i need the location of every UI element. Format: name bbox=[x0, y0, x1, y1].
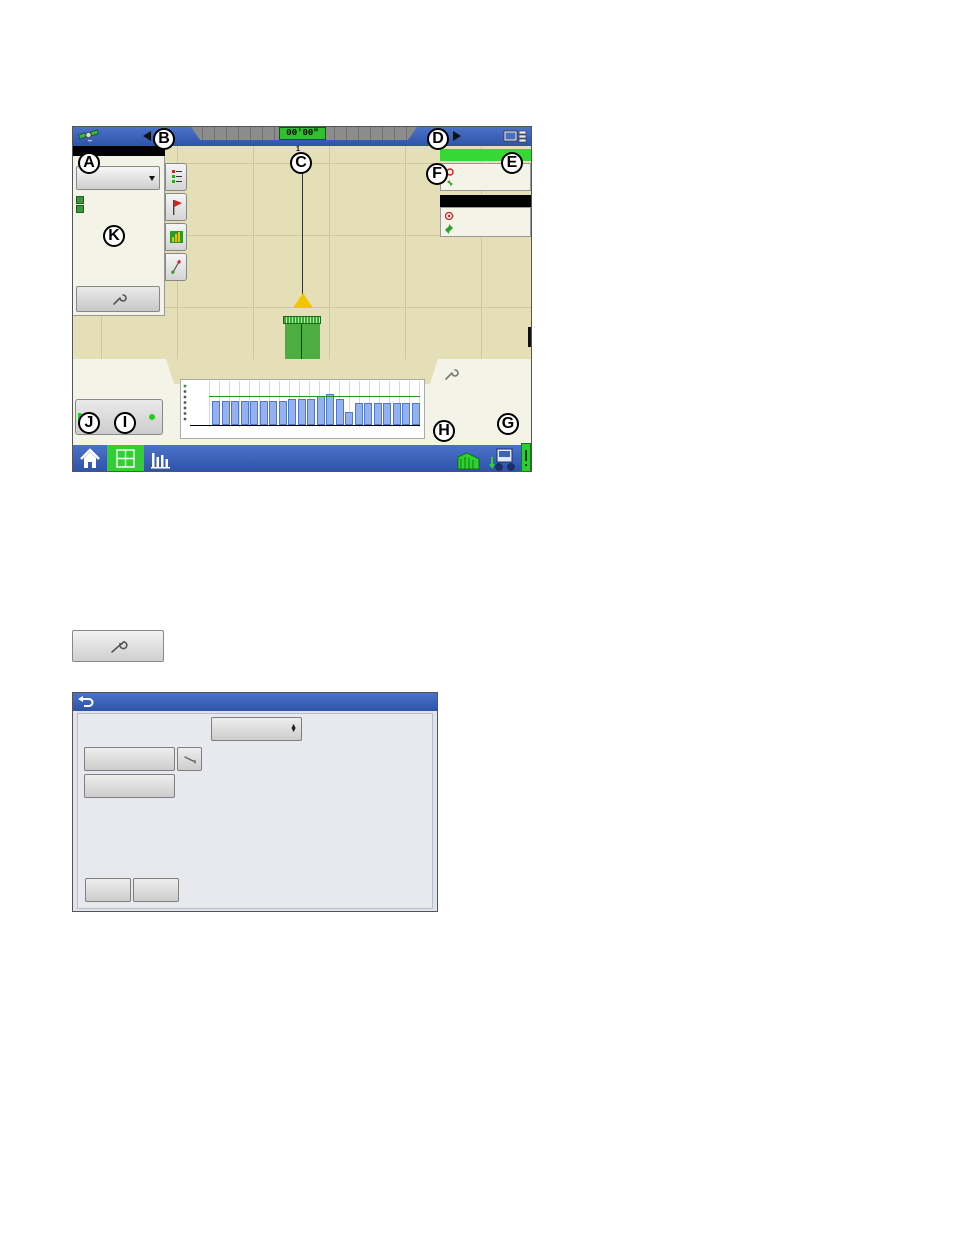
rate-bar bbox=[383, 403, 391, 425]
home-icon[interactable] bbox=[77, 446, 103, 472]
callout-d: D bbox=[427, 128, 449, 150]
run-screen: 00'00" 1 bbox=[72, 126, 532, 472]
rate-bar bbox=[307, 399, 315, 425]
target-rate-line bbox=[209, 396, 420, 397]
wrench-icon[interactable] bbox=[443, 367, 459, 381]
rate-bar bbox=[374, 403, 382, 425]
updown-arrows-icon: ▲ ▼ bbox=[290, 723, 297, 734]
callout-k: K bbox=[103, 225, 125, 247]
rate-bar bbox=[402, 403, 410, 425]
rate-bar bbox=[250, 401, 258, 425]
settings-edit-button[interactable] bbox=[177, 747, 202, 771]
flag-icon bbox=[173, 200, 182, 215]
guidance-line-icon bbox=[171, 259, 181, 275]
dropdown-arrow-icon bbox=[149, 176, 155, 181]
wrench-icon bbox=[111, 640, 128, 653]
layout-button[interactable] bbox=[107, 445, 144, 471]
settings-option-button-2[interactable] bbox=[84, 774, 175, 798]
rate-bar bbox=[317, 396, 325, 425]
callout-b: B bbox=[153, 128, 175, 150]
alarm-status-bar[interactable] bbox=[521, 443, 531, 471]
settings-dropdown[interactable]: ▲ ▼ bbox=[211, 717, 302, 741]
wrench-icon bbox=[184, 756, 196, 764]
callout-f: F bbox=[426, 163, 448, 185]
rate-chart-icon bbox=[170, 231, 183, 243]
next-screen-arrow-icon[interactable] bbox=[453, 131, 461, 141]
callout-e: E bbox=[501, 152, 523, 174]
layers-list-icon bbox=[172, 170, 182, 183]
rate-bar bbox=[412, 403, 420, 425]
panel-settings-button[interactable] bbox=[76, 286, 160, 312]
back-arrow-icon[interactable] bbox=[77, 696, 95, 708]
rate-chart-baseline bbox=[190, 425, 420, 426]
settings-action-button-1[interactable] bbox=[85, 878, 131, 902]
applied-rate-icon bbox=[445, 224, 453, 234]
product-rate-box[interactable] bbox=[440, 207, 531, 237]
rate-bar bbox=[212, 401, 220, 425]
rate-bar bbox=[269, 401, 277, 425]
tab-layers[interactable] bbox=[165, 163, 187, 191]
tab-flags[interactable] bbox=[165, 193, 187, 221]
rate-bar bbox=[364, 403, 372, 425]
rate-bar bbox=[231, 401, 239, 425]
status-dot-icon bbox=[149, 414, 155, 420]
callout-h: H bbox=[433, 420, 455, 442]
callout-c: C bbox=[290, 152, 312, 174]
rate-bar bbox=[326, 394, 334, 425]
tab-guidance[interactable] bbox=[165, 253, 187, 281]
settings-wrench-button[interactable] bbox=[72, 630, 164, 662]
settings-screen: ▲ ▼ bbox=[72, 692, 438, 912]
rate-bar bbox=[260, 401, 268, 425]
tab-charts[interactable] bbox=[165, 223, 187, 251]
satellite-icon[interactable] bbox=[77, 129, 101, 143]
status-square-icon bbox=[76, 205, 84, 213]
rate-bars bbox=[211, 381, 420, 425]
rate-bar bbox=[298, 399, 306, 425]
rate-bar bbox=[393, 403, 401, 425]
product-box-header bbox=[440, 195, 531, 207]
callout-i: I bbox=[114, 412, 136, 434]
rate-bar bbox=[279, 401, 287, 425]
vehicle-icon[interactable] bbox=[489, 445, 519, 472]
implement-sections bbox=[283, 316, 321, 324]
callout-g: G bbox=[497, 413, 519, 435]
rate-bar bbox=[336, 399, 344, 425]
display-screen-icon[interactable] bbox=[503, 129, 527, 143]
vehicle-icon bbox=[293, 293, 313, 308]
field-icon[interactable] bbox=[455, 447, 481, 472]
target-icon bbox=[444, 211, 454, 221]
rate-bar bbox=[355, 403, 363, 425]
lightbar-offset: 00'00" bbox=[279, 127, 326, 140]
callout-a: A bbox=[78, 152, 100, 174]
wrench-icon bbox=[113, 294, 127, 305]
panel-edge-handle[interactable] bbox=[528, 327, 531, 347]
callout-j: J bbox=[78, 412, 100, 434]
settings-header bbox=[73, 693, 437, 711]
rate-bar bbox=[345, 412, 353, 425]
rate-bar bbox=[288, 399, 296, 425]
rate-bar bbox=[241, 401, 249, 425]
settings-body: ▲ ▼ bbox=[77, 713, 433, 909]
settings-option-button-1[interactable] bbox=[84, 747, 175, 771]
guidance-line bbox=[302, 162, 303, 302]
bar-chart-icon[interactable] bbox=[149, 447, 173, 471]
previous-screen-arrow-icon[interactable] bbox=[143, 131, 151, 141]
layout-grid-icon bbox=[116, 449, 135, 468]
rate-chart-legend-dots bbox=[183, 384, 187, 421]
settings-action-button-2[interactable] bbox=[133, 878, 179, 902]
rate-bar bbox=[222, 401, 230, 425]
status-square-icon bbox=[76, 196, 84, 204]
